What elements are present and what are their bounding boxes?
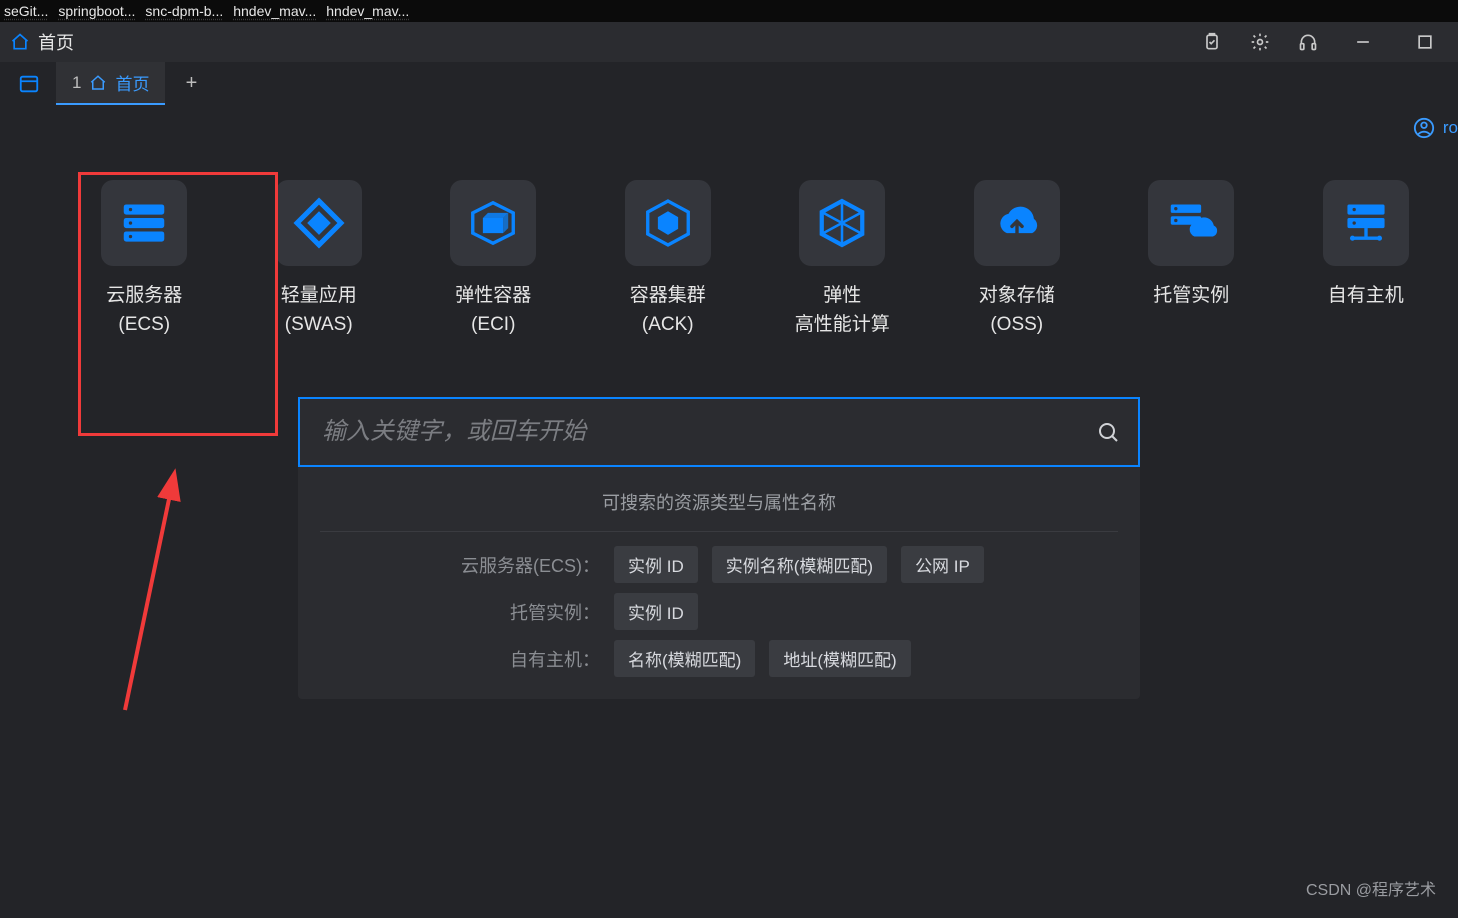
clipboard-icon[interactable] [1202, 32, 1222, 52]
title-home-label: 首页 [38, 29, 74, 55]
attr-key: 托管实例： [320, 599, 600, 625]
attr-chip[interactable]: 实例 ID [614, 593, 698, 630]
user-account[interactable]: ro [0, 106, 1458, 150]
tile-sublabel: 高性能计算 [795, 311, 890, 340]
attr-chip[interactable]: 公网 IP [901, 546, 984, 583]
title-bar: 首页 [0, 22, 1458, 62]
host-cloud-icon [1164, 196, 1218, 250]
os-tab[interactable]: seGit... [4, 3, 48, 19]
tab-add[interactable]: + [171, 62, 211, 105]
tile-ecs[interactable]: 云服务器 (ECS) [88, 180, 201, 339]
tile-label: 弹性 [823, 285, 861, 306]
title-home[interactable]: 首页 [10, 29, 74, 55]
tab-home[interactable]: 1 首页 [56, 62, 165, 105]
watermark: CSDN @程序艺术 [1306, 876, 1436, 900]
tile-oss[interactable]: 对象存储 (OSS) [961, 180, 1074, 339]
tile-hpc[interactable]: 弹性高性能计算 [786, 180, 899, 339]
tab-strip: 1 首页 + [0, 62, 1458, 106]
search-box[interactable] [298, 397, 1140, 467]
tile-label: 云服务器 [106, 285, 182, 306]
search-attribute-rows: 云服务器(ECS)： 实例 ID 实例名称(模糊匹配) 公网 IP 托管实例： … [320, 546, 1118, 677]
tile-eci[interactable]: 弹性容器 (ECI) [437, 180, 550, 339]
diamond-icon [292, 196, 346, 250]
os-tab[interactable]: hndev_mav... [233, 3, 316, 19]
service-tiles: 云服务器 (ECS) 轻量应用 (SWAS) 弹性容器 (ECI) 容器集群 (ACK)… [88, 180, 1422, 339]
cluster-icon [641, 196, 695, 250]
attr-key: 云服务器(ECS)： [320, 552, 600, 578]
attr-row: 托管实例： 实例 ID [320, 593, 1118, 630]
user-icon [1413, 117, 1435, 139]
tile-sublabel: (SWAS) [281, 311, 357, 340]
tile-sublabel: (OSS) [979, 311, 1055, 340]
tile-own-host[interactable]: 自有主机 [1310, 180, 1423, 311]
home-icon [10, 32, 30, 52]
os-tab[interactable]: snc-dpm-b... [145, 3, 223, 19]
tile-label: 轻量应用 [281, 285, 357, 306]
hex-icon [815, 196, 869, 250]
cube-icon [466, 196, 520, 250]
os-tab[interactable]: springboot... [58, 3, 135, 19]
search-panel: 可搜索的资源类型与属性名称 云服务器(ECS)： 实例 ID 实例名称(模糊匹配… [298, 397, 1140, 699]
rack-icon [1339, 196, 1393, 250]
annotation-arrow [105, 460, 195, 720]
window-minimize[interactable] [1346, 28, 1380, 56]
tile-label: 容器集群 [630, 285, 706, 306]
os-tab[interactable]: hndev_mav... [326, 3, 409, 19]
tab-number: 1 [72, 73, 81, 93]
attr-row: 云服务器(ECS)： 实例 ID 实例名称(模糊匹配) 公网 IP [320, 546, 1118, 583]
server-icon [117, 196, 171, 250]
attr-chip[interactable]: 名称(模糊匹配) [614, 640, 755, 677]
tile-label: 弹性容器 [455, 285, 531, 306]
search-panel-title: 可搜索的资源类型与属性名称 [320, 489, 1118, 532]
tile-managed-instance[interactable]: 托管实例 [1135, 180, 1248, 311]
main-content: 云服务器 (ECS) 轻量应用 (SWAS) 弹性容器 (ECI) 容器集群 (ACK)… [0, 150, 1458, 699]
search-input[interactable] [322, 418, 1096, 446]
tile-label: 托管实例 [1153, 285, 1229, 306]
cloud-up-icon [990, 196, 1044, 250]
headphones-icon[interactable] [1298, 32, 1318, 52]
home-icon [89, 74, 107, 92]
tile-sublabel: (ECS) [106, 311, 182, 340]
tile-sublabel: (ACK) [630, 311, 706, 340]
attr-chip[interactable]: 地址(模糊匹配) [769, 640, 910, 677]
tile-sublabel: (ECI) [455, 311, 531, 340]
attr-key: 自有主机： [320, 646, 600, 672]
title-actions [1202, 28, 1448, 56]
os-window-tabs: seGit... springboot... snc-dpm-b... hnde… [0, 0, 1458, 22]
tile-label: 自有主机 [1328, 285, 1404, 306]
tab-label: 首页 [115, 70, 149, 95]
attr-chip[interactable]: 实例名称(模糊匹配) [712, 546, 887, 583]
tile-label: 对象存储 [979, 285, 1055, 306]
gear-icon[interactable] [1250, 32, 1270, 52]
tile-ack[interactable]: 容器集群 (ACK) [612, 180, 725, 339]
attr-chip[interactable]: 实例 ID [614, 546, 698, 583]
panel-toggle-icon[interactable] [8, 62, 50, 105]
attr-row: 自有主机： 名称(模糊匹配) 地址(模糊匹配) [320, 640, 1118, 677]
search-icon[interactable] [1096, 420, 1120, 444]
window-maximize[interactable] [1408, 28, 1442, 56]
user-name: ro [1443, 118, 1458, 138]
tile-swas[interactable]: 轻量应用 (SWAS) [263, 180, 376, 339]
